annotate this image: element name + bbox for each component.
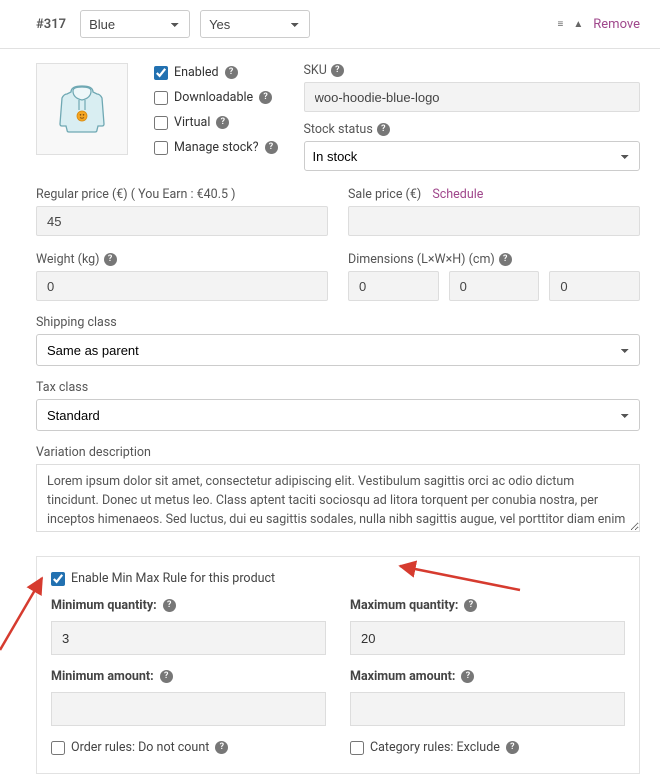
min-qty-label: Minimum quantity: ? [51, 598, 326, 613]
attribute-1-select[interactable]: Blue [80, 10, 190, 38]
tax-class-label: Tax class [36, 380, 640, 395]
virtual-checkbox-row: Virtual ? [154, 115, 278, 130]
variation-id: #317 [36, 17, 66, 32]
help-icon[interactable]: ? [499, 253, 512, 266]
regular-price-label: Regular price (€) ( You Earn : €40.5 ) [36, 187, 328, 202]
tax-class-select[interactable]: Standard [36, 399, 640, 431]
enabled-label: Enabled [174, 65, 219, 80]
order-rules-label: Order rules: Do not count [71, 740, 209, 755]
attribute-2-select[interactable]: Yes [200, 10, 310, 38]
dim-length-input[interactable] [348, 271, 439, 301]
variation-image-thumb[interactable] [36, 63, 128, 155]
help-icon[interactable]: ? [461, 670, 474, 683]
dimensions-label: Dimensions (L×W×H) (cm) ? [348, 252, 640, 267]
shipping-class-label: Shipping class [36, 315, 640, 330]
help-icon[interactable]: ? [216, 116, 229, 129]
min-amt-input[interactable] [51, 692, 326, 726]
help-icon[interactable]: ? [506, 741, 519, 754]
order-rules-checkbox[interactable] [51, 741, 65, 755]
enable-minmax-checkbox[interactable] [51, 572, 65, 586]
downloadable-checkbox-row: Downloadable ? [154, 90, 278, 105]
help-icon[interactable]: ? [160, 670, 173, 683]
virtual-label: Virtual [174, 115, 210, 130]
collapse-icon[interactable]: ▲ [573, 19, 583, 30]
hoodie-icon [55, 80, 109, 138]
weight-input[interactable] [36, 271, 328, 301]
sale-price-label: Sale price (€) Schedule [348, 187, 640, 202]
min-max-box: Enable Min Max Rule for this product Min… [36, 556, 640, 774]
min-qty-input[interactable] [51, 621, 326, 655]
enable-minmax-label: Enable Min Max Rule for this product [71, 571, 275, 586]
weight-label: Weight (kg) ? [36, 252, 328, 267]
sku-input[interactable] [304, 82, 641, 112]
sale-price-input[interactable] [348, 206, 640, 236]
help-icon[interactable]: ? [464, 599, 477, 612]
enabled-checkbox-row: Enabled ? [154, 65, 278, 80]
manage-stock-checkbox[interactable] [154, 141, 168, 155]
schedule-link[interactable]: Schedule [432, 187, 483, 202]
menu-icon[interactable]: ≡ [558, 19, 564, 30]
variation-description-textarea[interactable] [36, 464, 640, 532]
max-amt-input[interactable] [350, 692, 625, 726]
max-qty-input[interactable] [350, 621, 625, 655]
help-icon[interactable]: ? [104, 253, 117, 266]
max-qty-label: Maximum quantity: ? [350, 598, 625, 613]
sku-label: SKU ? [304, 63, 641, 78]
help-icon[interactable]: ? [225, 66, 238, 79]
enabled-checkbox[interactable] [154, 66, 168, 80]
enable-minmax-row: Enable Min Max Rule for this product [51, 571, 625, 586]
stock-status-select[interactable]: In stock [304, 141, 641, 171]
help-icon[interactable]: ? [259, 91, 272, 104]
help-icon[interactable]: ? [163, 599, 176, 612]
help-icon[interactable]: ? [377, 123, 390, 136]
variation-panel: #317 Blue Yes ≡ ▲ Remove [0, 0, 660, 774]
category-rules-checkbox[interactable] [350, 741, 364, 755]
downloadable-checkbox[interactable] [154, 91, 168, 105]
help-icon[interactable]: ? [265, 141, 278, 154]
dim-width-input[interactable] [449, 271, 540, 301]
min-amt-label: Minimum amount: ? [51, 669, 326, 684]
manage-stock-checkbox-row: Manage stock? ? [154, 140, 278, 155]
regular-price-input[interactable] [36, 206, 328, 236]
virtual-checkbox[interactable] [154, 116, 168, 130]
variation-header: #317 Blue Yes ≡ ▲ Remove [0, 0, 660, 49]
shipping-class-select[interactable]: Same as parent [36, 334, 640, 366]
dim-height-input[interactable] [549, 271, 640, 301]
max-amt-label: Maximum amount: ? [350, 669, 625, 684]
order-rules-row: Order rules: Do not count ? [51, 740, 326, 755]
help-icon[interactable]: ? [215, 741, 228, 754]
remove-variation-link[interactable]: Remove [593, 17, 640, 32]
category-rules-label: Category rules: Exclude [370, 740, 500, 755]
help-icon[interactable]: ? [331, 64, 344, 77]
downloadable-label: Downloadable [174, 90, 253, 105]
category-rules-row: Category rules: Exclude ? [350, 740, 625, 755]
manage-stock-label: Manage stock? [174, 140, 259, 155]
variation-description-label: Variation description [36, 445, 640, 460]
stock-status-label: Stock status ? [304, 122, 641, 137]
